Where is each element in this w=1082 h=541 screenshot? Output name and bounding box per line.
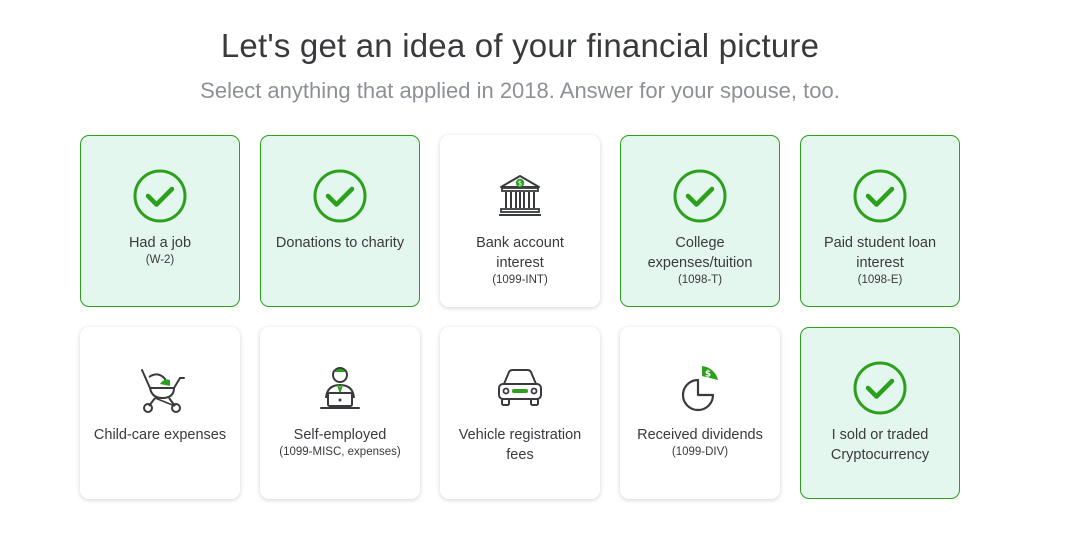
- tile-form-code: (W-2): [145, 254, 175, 266]
- tile-label-block: Received dividends (1099-DIV): [633, 425, 767, 460]
- tile-label: Received dividends: [637, 427, 763, 443]
- pie-dividend-icon: $: [681, 366, 718, 412]
- tile-label: Had a job: [128, 235, 192, 251]
- checkmark-icon: [853, 169, 907, 223]
- checkmark-icon: [313, 169, 367, 223]
- tile-bank-account-interest[interactable]: $ Bank account interest (1099-INT): [440, 135, 600, 307]
- svg-text:$: $: [518, 180, 522, 188]
- bank-icon: $: [499, 175, 541, 216]
- tile-label-block: College expenses/tuition (1098-T): [633, 233, 767, 288]
- tile-form-code: (1099-MISC, expenses): [279, 446, 401, 458]
- tile-form-code: (1098-E): [857, 274, 903, 286]
- tile-college-expenses-tuition[interactable]: College expenses/tuition (1098-T): [620, 135, 780, 307]
- tile-label-block: Child-care expenses: [93, 425, 227, 445]
- checkmark-icon: [673, 169, 727, 223]
- page-subtitle: Select anything that applied in 2018. An…: [200, 78, 840, 103]
- tile-self-employed[interactable]: Self-employed (1099-MISC, expenses): [260, 327, 420, 499]
- tile-label: Vehicle registration fees: [458, 427, 582, 463]
- tile-had-a-job[interactable]: Had a job (W-2): [80, 135, 240, 307]
- tile-child-care-expenses[interactable]: Child-care expenses: [80, 327, 240, 499]
- tile-label-block: Had a job (W-2): [93, 233, 227, 268]
- tile-form-code: (1099-DIV): [671, 446, 729, 458]
- tile-label: College expenses/tuition: [647, 235, 753, 271]
- tile-label: Donations to charity: [275, 235, 405, 251]
- tile-label-block: Donations to charity: [273, 233, 407, 253]
- page-title: Let's get an idea of your financial pict…: [220, 27, 820, 64]
- tile-label: I sold or traded Cryptocurrency: [830, 427, 930, 463]
- tile-paid-student-loan-interest[interactable]: Paid student loan interest (1098-E): [800, 135, 960, 307]
- stroller-icon: [141, 369, 185, 413]
- tile-received-dividends[interactable]: $ Received dividends (1099-DIV): [620, 327, 780, 499]
- tile-form-code: (1098-T): [677, 274, 723, 286]
- tile-donations-to-charity[interactable]: Donations to charity: [260, 135, 420, 307]
- tile-label: Bank account interest: [476, 235, 564, 271]
- tile-label-block: Self-employed (1099-MISC, expenses): [273, 425, 407, 460]
- svg-text:$: $: [705, 370, 711, 380]
- freelancer-laptop-icon: [320, 367, 360, 409]
- tile-label: Self-employed: [293, 427, 387, 443]
- tile-label-block: Paid student loan interest (1098-E): [813, 233, 947, 288]
- tile-cryptocurrency[interactable]: I sold or traded Cryptocurrency: [800, 327, 960, 499]
- tile-label-block: I sold or traded Cryptocurrency: [813, 425, 947, 465]
- tile-label: Child-care expenses: [93, 427, 227, 443]
- tile-vehicle-registration-fees[interactable]: Vehicle registration fees: [440, 327, 600, 499]
- checkmark-icon: [853, 361, 907, 415]
- tile-form-code: (1099-INT): [492, 274, 548, 286]
- car-icon: [498, 369, 542, 406]
- checkmark-icon: [133, 169, 187, 223]
- options-grid: Had a job (W-2) Donations to charity $ B…: [80, 135, 962, 499]
- tile-label: Paid student loan interest: [823, 235, 937, 271]
- tile-label-block: Bank account interest (1099-INT): [453, 233, 587, 288]
- tile-label-block: Vehicle registration fees: [453, 425, 587, 465]
